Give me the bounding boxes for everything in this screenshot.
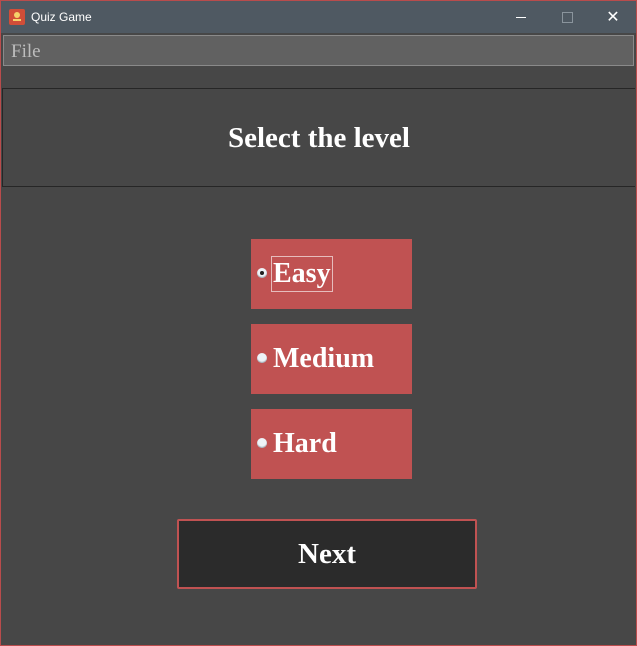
- menu-bar: File: [3, 35, 634, 66]
- close-icon: ✕: [606, 7, 620, 26]
- quiz-app-icon: [9, 9, 25, 25]
- next-button[interactable]: Next: [177, 519, 477, 589]
- level-label-hard[interactable]: Hard: [272, 427, 338, 461]
- level-label-easy[interactable]: Easy: [271, 256, 333, 292]
- minimize-icon: [516, 16, 526, 18]
- radio-hard[interactable]: [257, 438, 267, 448]
- level-option-easy[interactable]: Easy: [251, 239, 412, 309]
- radio-medium[interactable]: [257, 353, 267, 363]
- window-title: Quiz Game: [31, 10, 92, 24]
- menu-file[interactable]: File: [11, 42, 41, 62]
- radio-easy[interactable]: [257, 268, 267, 278]
- close-button[interactable]: ✕: [590, 1, 636, 33]
- minimize-button[interactable]: [498, 1, 544, 33]
- maximize-icon: [561, 11, 573, 23]
- level-option-medium[interactable]: Medium: [251, 324, 412, 394]
- level-option-hard[interactable]: Hard: [251, 409, 412, 479]
- title-bar[interactable]: Quiz Game ✕: [1, 1, 636, 33]
- page-title: Select the level: [228, 121, 410, 154]
- header-panel: Select the level: [2, 88, 635, 187]
- level-label-medium[interactable]: Medium: [272, 342, 375, 376]
- maximize-button[interactable]: [544, 1, 590, 33]
- app-window: Quiz Game ✕ File Select the level Easy M…: [0, 0, 637, 646]
